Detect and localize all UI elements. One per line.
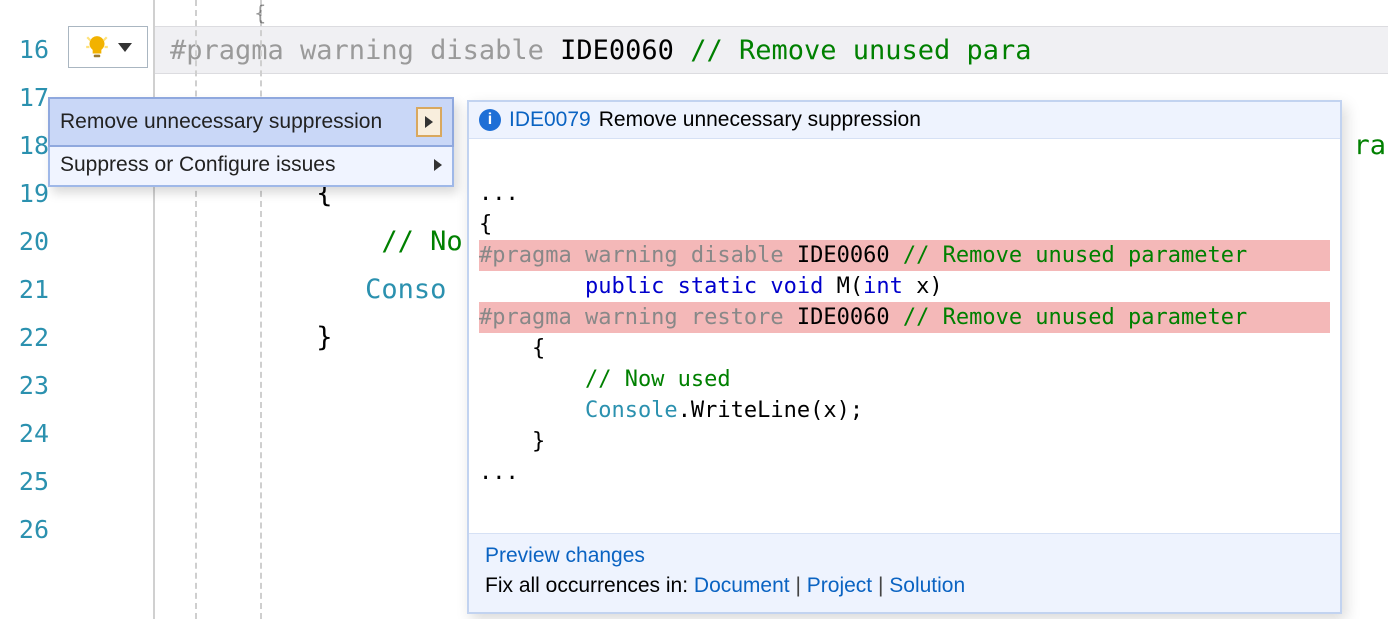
type-name: Conso [170, 274, 446, 305]
diff-line: ... [479, 460, 519, 485]
indent-guide [195, 0, 197, 619]
chevron-right-icon [434, 159, 442, 171]
diff-line: ... [479, 181, 519, 206]
code-line: { [155, 0, 1388, 26]
pragma-text: #pragma warning disable [170, 35, 560, 66]
fix-all-solution-link[interactable]: Solution [889, 574, 965, 597]
preview-diff-body: ... { #pragma warning disable IDE0060 //… [469, 139, 1340, 533]
diff-removed-line: #pragma warning restore IDE0060 // Remov… [479, 302, 1330, 333]
preview-footer: Preview changes Fix all occurrences in: … [469, 533, 1340, 612]
plain-text: .WriteLine(x); [678, 398, 863, 423]
code-fix-preview-panel: i IDE0079 Remove unnecessary suppression… [467, 100, 1342, 614]
line-number: 26 [0, 506, 63, 554]
diff-line: // Now used [479, 367, 731, 392]
diff-line: { [479, 212, 492, 237]
line-number: 22 [0, 314, 63, 362]
comment-text: ra [1353, 130, 1386, 161]
menu-item-label: Suppress or Configure issues [60, 153, 335, 177]
fix-all-document-link[interactable]: Document [694, 574, 790, 597]
line-number: 16 [0, 26, 63, 74]
pragma-text: #pragma warning restore [479, 305, 784, 330]
margin-glyph-slot [63, 0, 153, 619]
quick-actions-menu: Remove unnecessary suppression Suppress … [48, 97, 454, 187]
comment-text: // Remove unused para [690, 35, 1031, 66]
rule-title: Remove unnecessary suppression [599, 108, 921, 132]
lightbulb-quick-actions-button[interactable] [68, 26, 148, 68]
keyword-text: int [863, 274, 903, 299]
quick-action-suppress-configure[interactable]: Suppress or Configure issues [50, 145, 452, 185]
fix-all-project-link[interactable]: Project [807, 574, 872, 597]
separator: | [795, 574, 806, 597]
menu-item-label: Remove unnecessary suppression [60, 110, 382, 134]
indent-guide [260, 0, 262, 619]
line-number: 24 [0, 410, 63, 458]
plain-text: x) [903, 274, 943, 299]
line-number-gutter: 16 17 18 19 20 21 22 23 24 25 26 [0, 0, 63, 619]
pragma-text: #pragma warning disable [479, 243, 784, 268]
diff-removed-line: #pragma warning disable IDE0060 // Remov… [479, 240, 1330, 271]
separator: | [878, 574, 889, 597]
chevron-down-icon [118, 43, 132, 52]
line-number: 25 [0, 458, 63, 506]
code-line: #pragma warning disable IDE0060 // Remov… [155, 26, 1388, 74]
plain-text: M( [823, 274, 863, 299]
line-number [0, 0, 63, 26]
diff-line: Console.WriteLine(x); [479, 398, 863, 423]
diff-line: { [479, 336, 545, 361]
fix-all-label: Fix all occurrences in: [485, 574, 694, 597]
comment-text: // Remove unused parameter [903, 305, 1247, 330]
line-number: 23 [0, 362, 63, 410]
comment-text: // No [170, 226, 463, 257]
lightbulb-icon [84, 34, 110, 60]
diff-line: public static void M(int x) [479, 274, 943, 299]
info-icon: i [479, 109, 501, 131]
preview-header: i IDE0079 Remove unnecessary suppression [469, 102, 1340, 139]
comment-text: // Remove unused parameter [903, 243, 1247, 268]
diff-line: } [479, 429, 545, 454]
keyword-text: public static void [479, 274, 823, 299]
chevron-right-icon [425, 116, 433, 128]
submenu-expand-button[interactable] [416, 107, 442, 137]
type-name: Console [479, 398, 678, 423]
quick-action-remove-suppression[interactable]: Remove unnecessary suppression [48, 97, 454, 147]
rule-id: IDE0060 [560, 35, 690, 66]
rule-id: IDE0060 [784, 243, 903, 268]
preview-changes-link[interactable]: Preview changes [485, 544, 645, 567]
line-number: 20 [0, 218, 63, 266]
line-number: 21 [0, 266, 63, 314]
rule-id-link[interactable]: IDE0079 [509, 108, 591, 132]
rule-id: IDE0060 [784, 305, 903, 330]
